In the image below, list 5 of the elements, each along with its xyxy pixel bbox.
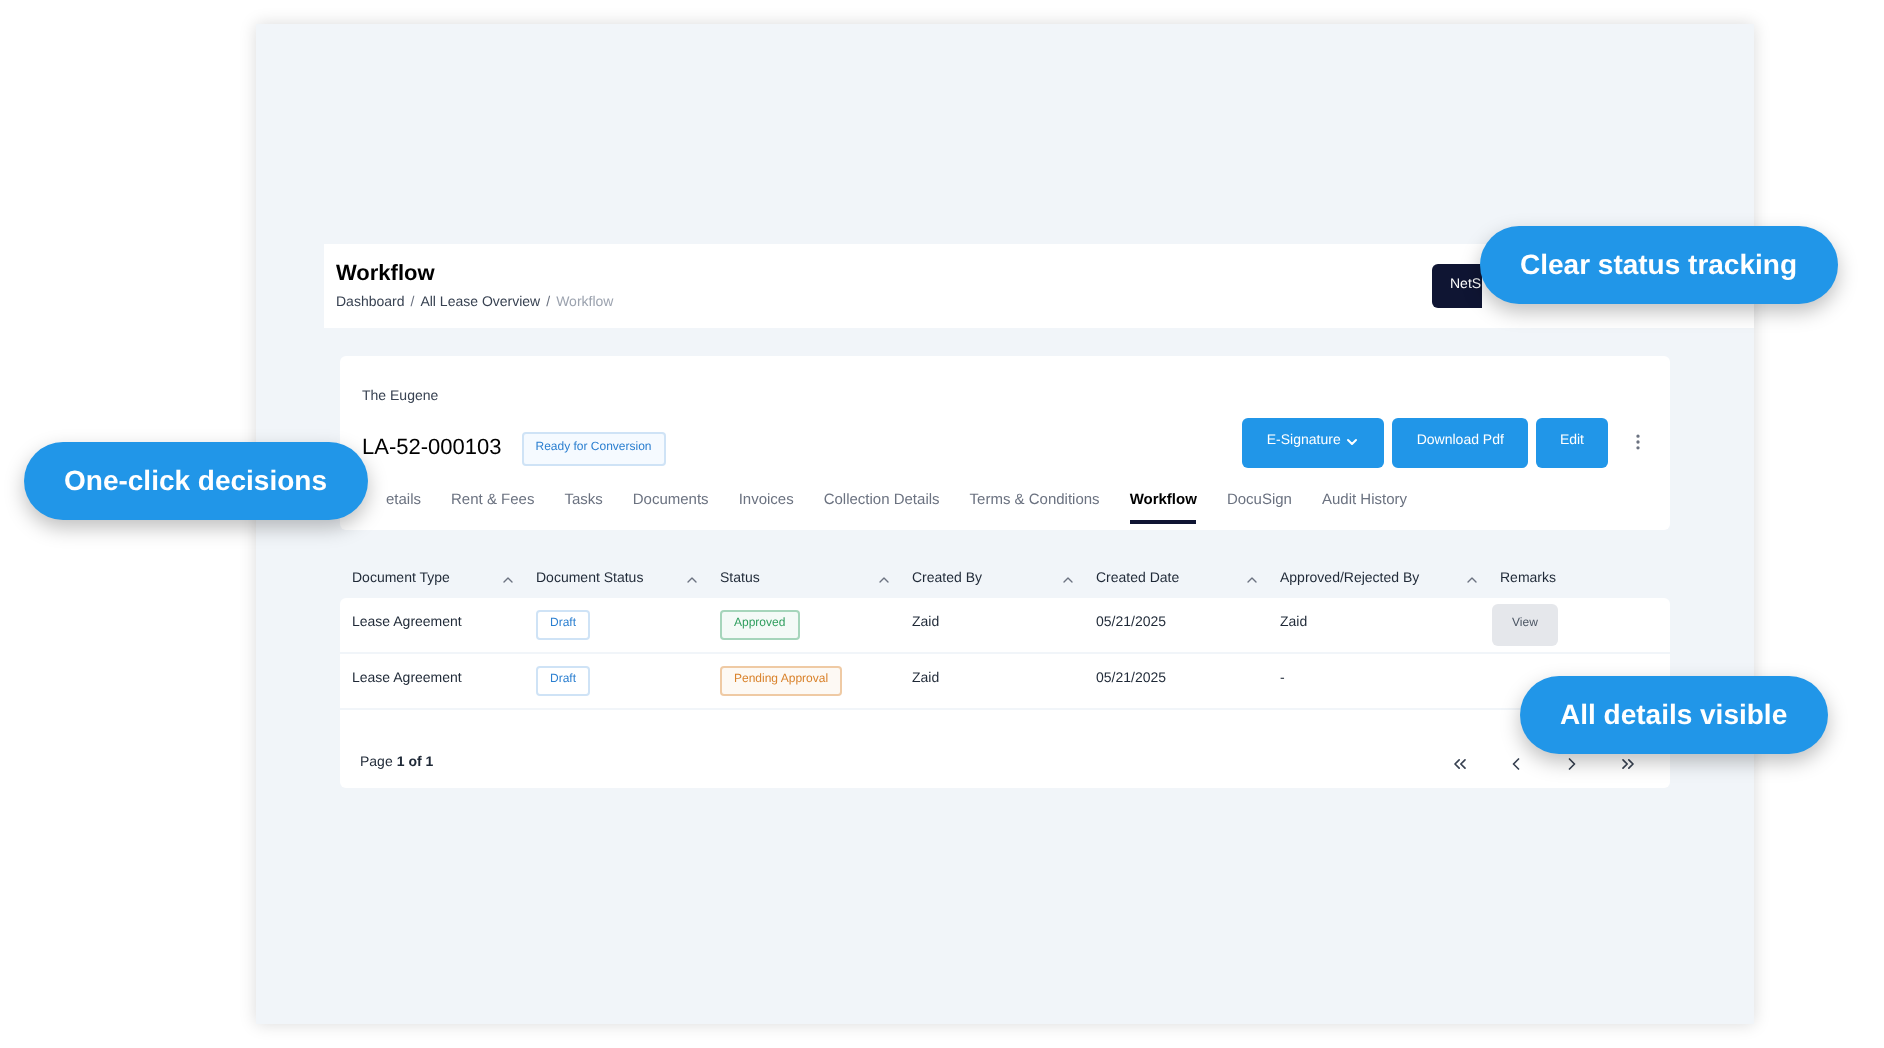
lease-id: LA-52-000103 <box>362 433 502 464</box>
callout-bubble: One-click decisions <box>24 442 367 520</box>
callout-bubble: Clear status tracking <box>1480 226 1837 304</box>
page-title: Workflow <box>336 259 437 289</box>
callout-bubble: All details visible <box>1520 676 1828 754</box>
